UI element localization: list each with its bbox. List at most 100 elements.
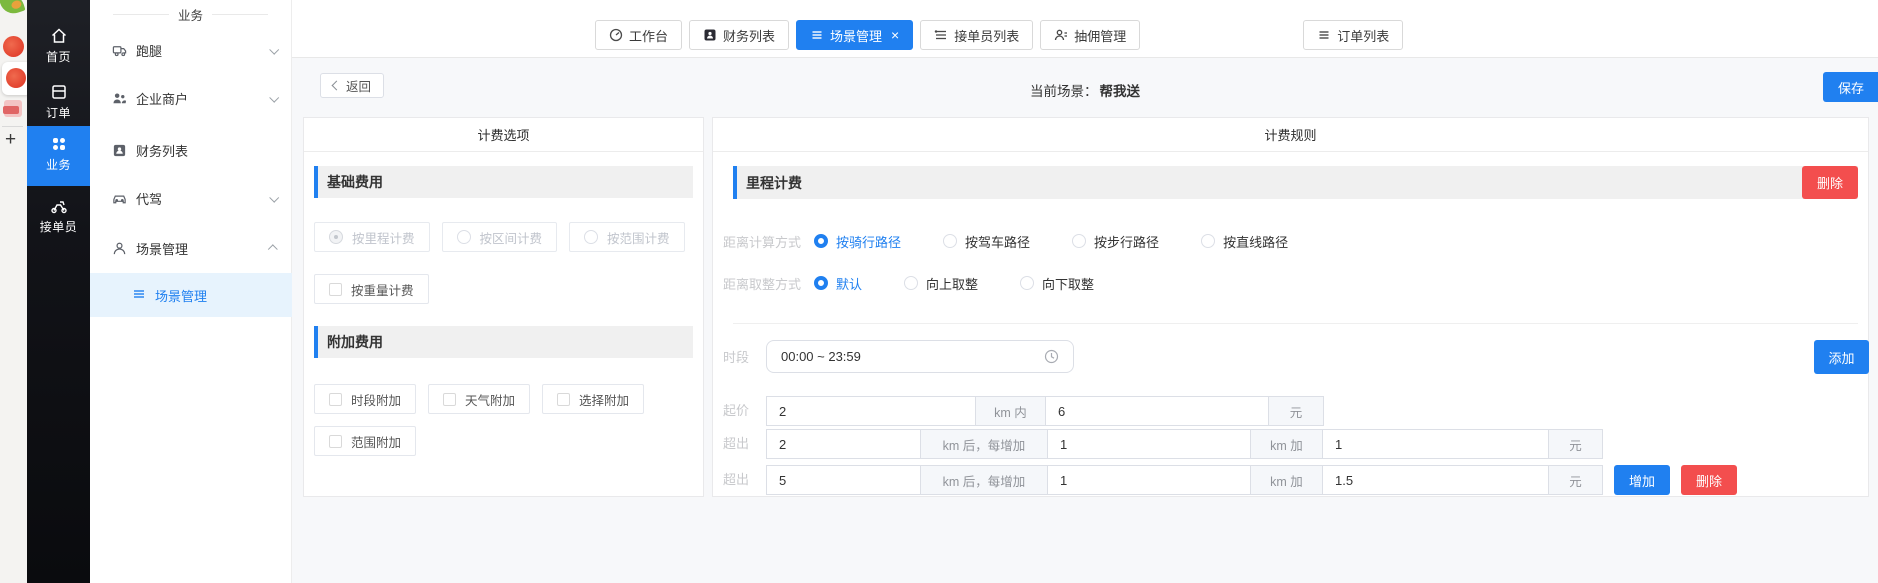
increment-price-input[interactable]: [1322, 429, 1549, 459]
radio-range-billing[interactable]: 按范围计费: [569, 222, 685, 252]
radio-round-default[interactable]: 默认: [814, 274, 862, 293]
weight-billing-row: 按重量计费: [314, 274, 693, 304]
unit-addon: km 加: [1250, 429, 1323, 459]
divider: [113, 14, 169, 15]
close-icon[interactable]: ×: [891, 28, 899, 42]
divider: [212, 14, 268, 15]
radio-icon: [943, 234, 957, 248]
favicon-card[interactable]: [2, 62, 27, 95]
clock-icon: [1044, 349, 1059, 364]
sidebar-group-title: 业务: [90, 5, 291, 24]
start-price-input[interactable]: [1045, 396, 1269, 426]
tab-scene-management[interactable]: 场景管理 ×: [796, 20, 913, 50]
order-tab-icon: [1317, 28, 1331, 42]
radio-round-up[interactable]: 向上取整: [904, 274, 978, 293]
tab-workbench[interactable]: 工作台: [595, 20, 682, 50]
tab-courier-list[interactable]: 接单员列表: [920, 20, 1033, 50]
sidebar-group-title-text: 业务: [178, 5, 203, 24]
tab-label: 接单员列表: [954, 26, 1019, 45]
checkbox-weather-surcharge[interactable]: 天气附加: [428, 384, 530, 414]
sidebar-item-home[interactable]: 首页: [27, 27, 90, 65]
checkbox-time-surcharge[interactable]: 时段附加: [314, 384, 416, 414]
plus-button[interactable]: +: [5, 129, 16, 151]
delete-section-button[interactable]: 删除: [1802, 166, 1858, 199]
increment-distance-input[interactable]: [1047, 465, 1251, 495]
radio-walking-route[interactable]: 按步行路径: [1072, 232, 1159, 251]
radio-straight-route[interactable]: 按直线路径: [1201, 232, 1288, 251]
tab-commission[interactable]: 抽佣管理: [1040, 20, 1140, 50]
radio-label: 向下取整: [1042, 274, 1094, 293]
checkbox-select-surcharge[interactable]: 选择附加: [542, 384, 644, 414]
exceed-distance-input[interactable]: [766, 429, 921, 459]
primary-sidebar: 首页 订单 业务 接单员: [27, 0, 90, 583]
increment-distance-input[interactable]: [1047, 429, 1251, 459]
finance-icon: [112, 143, 127, 158]
secondary-sidebar: 业务 跑腿 企业商户 财务列表 代驾: [90, 0, 292, 583]
radio-icon: [814, 276, 828, 290]
chevron-down-icon: [270, 47, 277, 54]
radio-riding-route[interactable]: 按骑行路径: [814, 232, 901, 251]
section-header-base-fee: 基础费用: [314, 166, 693, 198]
checkbox-weight-billing[interactable]: 按重量计费: [314, 274, 429, 304]
menu-item-merchant[interactable]: 企业商户: [112, 88, 277, 108]
submenu-item-label: 场景管理: [155, 286, 207, 305]
radio-label: 按里程计费: [352, 228, 415, 247]
tab-label: 工作台: [629, 26, 668, 45]
menu-item-label: 场景管理: [136, 239, 188, 258]
save-button[interactable]: 保存: [1823, 72, 1878, 102]
menu-item-label: 跑腿: [136, 41, 162, 60]
sidebar-item-orders[interactable]: 订单: [27, 83, 90, 121]
menu-item-scene[interactable]: 场景管理: [112, 238, 277, 258]
driving-icon: [112, 191, 127, 206]
increment-price-input[interactable]: [1322, 465, 1549, 495]
radio-mileage-billing[interactable]: 按里程计费: [314, 222, 430, 252]
menu-item-finance[interactable]: 财务列表: [112, 140, 277, 160]
distance-calc-row: 距离计算方式 按骑行路径 按驾车路径 按步行路径 按直线路径: [723, 231, 1330, 251]
radio-round-down[interactable]: 向下取整: [1020, 274, 1094, 293]
radio-label: 按范围计费: [607, 228, 670, 247]
dashboard-icon: [609, 28, 623, 42]
section-header-extra-fee: 附加费用: [314, 326, 693, 358]
tab-finance-list[interactable]: 财务列表: [689, 20, 789, 50]
add-rule-button[interactable]: 增加: [1614, 465, 1670, 495]
unit-addon: km 后，每增加: [920, 465, 1048, 495]
menu-item-errand[interactable]: 跑腿: [112, 40, 277, 60]
tab-order-list[interactable]: 订单列表: [1303, 20, 1403, 50]
sidebar-item-business[interactable]: 业务: [27, 135, 90, 173]
start-distance-input[interactable]: [766, 396, 976, 426]
checkbox-label: 按重量计费: [351, 280, 414, 299]
delete-rule-button[interactable]: 删除: [1681, 465, 1737, 495]
time-range-input[interactable]: 00:00 ~ 23:59: [766, 340, 1074, 373]
exceed-rule-row: 超出 km 后，每增加 km 加 元: [723, 429, 1603, 459]
extra-fee-checkbox-row: 范围附加: [314, 426, 693, 456]
panel-body: 基础费用 按里程计费 按区间计费 按范围计费 按重量计费: [304, 152, 703, 456]
unit-addon: km 加: [1250, 465, 1323, 495]
tab-label: 财务列表: [723, 26, 775, 45]
commission-icon: [1054, 28, 1068, 42]
add-time-range-button[interactable]: 添加: [1814, 340, 1869, 374]
unit-addon: 元: [1548, 465, 1603, 495]
leaf-logo-icon: [0, 0, 26, 17]
row-label: 起价: [723, 396, 753, 426]
radio-label: 按区间计费: [480, 228, 543, 247]
exceed-rule-row: 超出 km 后，每增加 km 加 元 增加 删除: [723, 465, 1737, 495]
chevron-down-icon: [270, 195, 277, 202]
submenu-item-scene-management[interactable]: 场景管理: [90, 273, 292, 317]
sidebar-item-courier[interactable]: 接单员: [27, 197, 90, 235]
section-title: 里程计费: [746, 173, 802, 193]
checkbox-range-surcharge[interactable]: 范围附加: [314, 426, 416, 456]
exceed-distance-input[interactable]: [766, 465, 921, 495]
unit-addon: 元: [1548, 429, 1603, 459]
billing-rules-panel: 计费规则 里程计费 删除 距离计算方式 按骑行路径 按驾车路径 按步行路径 按直…: [712, 117, 1869, 497]
distance-round-row: 距离取整方式 默认 向上取整 向下取整: [723, 273, 1136, 293]
section-header-mileage-billing: 里程计费 删除: [733, 166, 1858, 199]
checkbox-label: 范围附加: [351, 432, 401, 451]
radio-icon: [814, 234, 828, 248]
menu-item-driving[interactable]: 代驾: [112, 188, 277, 208]
radio-driving-route[interactable]: 按驾车路径: [943, 232, 1030, 251]
row-label: 超出: [723, 465, 753, 495]
scene-tab-icon: [810, 28, 824, 42]
radio-interval-billing[interactable]: 按区间计费: [442, 222, 558, 252]
favicon-icon[interactable]: [3, 36, 24, 57]
pdf-icon[interactable]: [4, 100, 22, 117]
